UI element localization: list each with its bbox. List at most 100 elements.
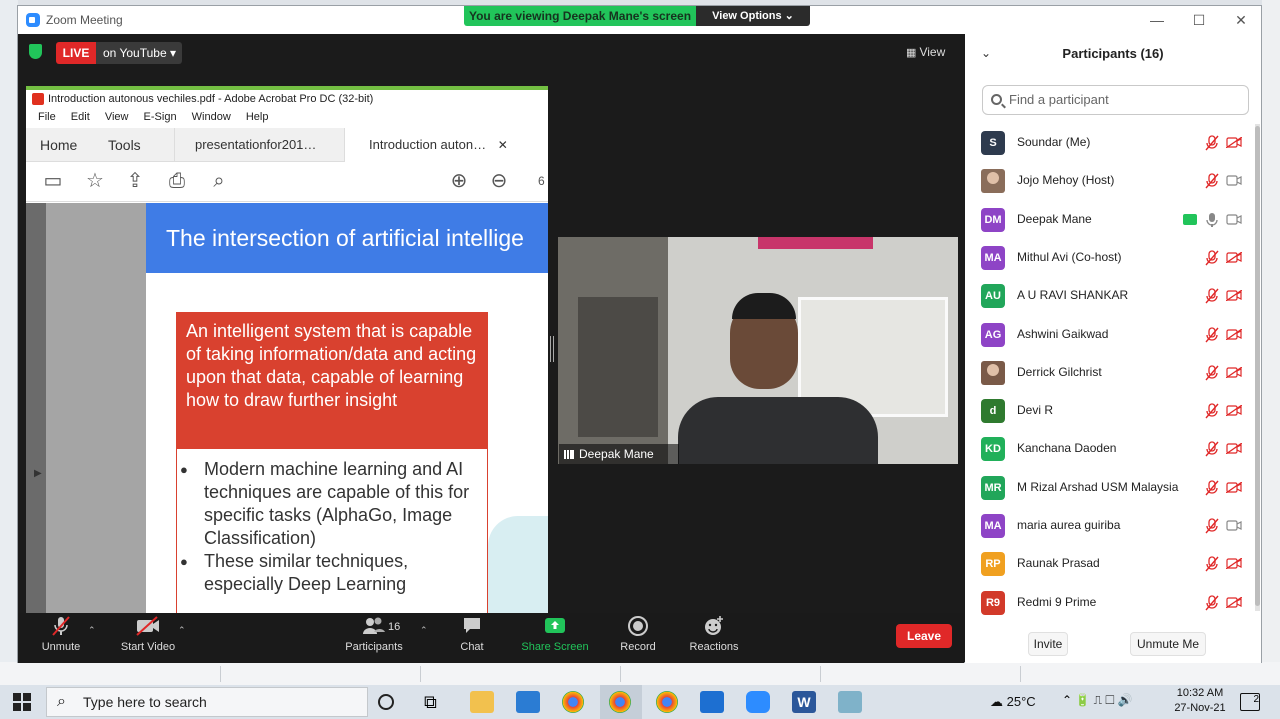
page-up-icon[interactable]: ⊕: [448, 170, 470, 192]
find-participant-input[interactable]: Find a participant: [982, 85, 1249, 115]
mic-muted-icon: [1205, 365, 1219, 381]
close-window-button[interactable]: ✕: [1226, 10, 1256, 30]
chrome-icon[interactable]: [562, 691, 584, 713]
chrome-profile-m-icon[interactable]: [656, 691, 678, 713]
mail-icon[interactable]: [516, 691, 540, 713]
file-explorer-icon[interactable]: [470, 691, 494, 713]
view-button[interactable]: ▦ View: [906, 45, 945, 59]
share-screen-icon: [542, 615, 568, 637]
participant-avatar: R9: [981, 590, 1005, 615]
splitter-handle[interactable]: [550, 336, 554, 362]
save-icon[interactable]: ▭: [42, 170, 64, 192]
grid-icon: ▦: [906, 47, 920, 59]
mic-muted-icon: [1205, 518, 1219, 534]
invite-button[interactable]: Invite: [1028, 632, 1068, 656]
participant-avatar: KD: [981, 437, 1005, 462]
slide-bullet: These similar techniques, especially Dee…: [180, 550, 474, 596]
participant-video-tile[interactable]: [558, 237, 958, 464]
participant-row[interactable]: MR M Rizal Arshad USM Malaysia: [965, 469, 1253, 507]
meeting-control-bar: Unmute ⌃ Start Video ⌃ Participants 16 ⌃…: [18, 613, 964, 663]
zoom-search-icon[interactable]: ⌕: [208, 170, 230, 192]
clock-date: 27-Nov-21: [1174, 702, 1226, 714]
page-number[interactable]: 6: [538, 174, 545, 188]
tab-home[interactable]: Home: [40, 128, 77, 162]
participant-row[interactable]: AU A U RAVI SHANKAR: [965, 277, 1253, 315]
zoom-app-icon[interactable]: [746, 691, 770, 713]
scrollbar-thumb[interactable]: [1255, 126, 1260, 606]
menu-edit[interactable]: Edit: [71, 108, 90, 126]
reactions-button[interactable]: Reactions: [684, 615, 744, 653]
document-viewport: ▶ The intersection of artificial intelli…: [26, 203, 548, 616]
word-icon[interactable]: W: [792, 691, 816, 713]
windows-start-icon[interactable]: [13, 693, 31, 711]
menu-help[interactable]: Help: [246, 108, 269, 126]
menu-file[interactable]: File: [38, 108, 56, 126]
participant-avatar: MA: [981, 245, 1005, 270]
cortana-icon[interactable]: [378, 694, 394, 710]
system-tray-icons[interactable]: ⌃ 🔋 ⎍ ☐ 🔊: [1062, 693, 1133, 708]
menu-esign[interactable]: E-Sign: [144, 108, 177, 126]
menu-view[interactable]: View: [105, 108, 129, 126]
leave-meeting-button[interactable]: Leave: [896, 624, 952, 648]
share-screen-button[interactable]: Share Screen: [520, 615, 590, 653]
tab-presentation[interactable]: presentationfor201…: [174, 128, 344, 162]
print-icon[interactable]: ⎙: [166, 170, 188, 192]
participant-row[interactable]: Derrick Gilchrist: [965, 354, 1253, 392]
participant-row[interactable]: MA Mithul Avi (Co-host): [965, 239, 1253, 277]
slide-definition-box: An intelligent system that is capable of…: [176, 312, 488, 449]
participant-avatar: RP: [981, 552, 1005, 577]
participant-row[interactable]: S Soundar (Me): [965, 124, 1253, 162]
search-icon: ⌕: [57, 693, 66, 710]
media-player-icon[interactable]: [700, 691, 724, 713]
record-icon: [625, 615, 651, 637]
participant-row[interactable]: d Devi R: [965, 392, 1253, 430]
record-button[interactable]: Record: [618, 615, 658, 653]
security-shield-icon[interactable]: [29, 44, 42, 59]
chat-button[interactable]: Chat: [454, 615, 490, 653]
participant-row[interactable]: R9 Redmi 9 Prime: [965, 584, 1253, 622]
window-title: Zoom Meeting: [46, 13, 123, 27]
participants-options-caret[interactable]: ⌃: [420, 625, 428, 636]
weather-temperature: 25°C: [1006, 694, 1036, 709]
viewing-screen-banner: You are viewing Deepak Mane's screen: [464, 6, 696, 26]
taskbar-search-placeholder: Type here to search: [83, 694, 207, 710]
system-clock[interactable]: 10:32 AM 27-Nov-21: [1172, 686, 1228, 716]
participants-panel-title: Participants (16): [1062, 46, 1164, 61]
unmute-button[interactable]: Unmute: [38, 615, 84, 653]
star-icon[interactable]: ☆: [84, 170, 106, 192]
signal-bars-icon: [564, 450, 574, 459]
participant-row[interactable]: MA maria aurea guiriba: [965, 507, 1253, 545]
video-name-label: Deepak Mane: [559, 444, 679, 464]
participant-row[interactable]: DM Deepak Mane: [965, 201, 1253, 239]
participant-row[interactable]: RP Raunak Prasad: [965, 545, 1253, 583]
page-down-icon[interactable]: ⊖: [488, 170, 510, 192]
minimize-button[interactable]: —: [1142, 10, 1172, 30]
expand-panel-icon[interactable]: ▶: [34, 468, 42, 479]
tab-tools[interactable]: Tools: [108, 128, 141, 162]
participant-row[interactable]: Jojo Mehoy (Host): [965, 162, 1253, 200]
start-video-button[interactable]: Start Video: [116, 615, 180, 653]
task-view-icon[interactable]: ⧉: [424, 691, 448, 713]
upload-icon[interactable]: ⇪: [124, 170, 146, 192]
menu-window[interactable]: Window: [192, 108, 231, 126]
video-options-caret[interactable]: ⌃: [178, 625, 186, 636]
participant-row[interactable]: AG Ashwini Gaikwad: [965, 316, 1253, 354]
view-options-button[interactable]: View Options ⌄: [696, 6, 810, 26]
tab-close-icon[interactable]: ✕: [498, 138, 508, 152]
tab-introduction[interactable]: Introduction auton… ✕: [344, 128, 548, 162]
unmute-me-button[interactable]: Unmute Me: [1130, 632, 1206, 656]
audio-options-caret[interactable]: ⌃: [88, 625, 96, 636]
app-icon[interactable]: [838, 691, 862, 713]
maximize-button[interactable]: ☐: [1184, 10, 1214, 30]
notification-center-icon[interactable]: 2: [1240, 693, 1260, 711]
zoom-meeting-window: Zoom Meeting — ☐ ✕ You are viewing Deepa…: [17, 5, 1262, 663]
participant-row[interactable]: KD Kanchana Daoden: [965, 430, 1253, 468]
participant-list-scrollbar[interactable]: [1255, 124, 1260, 611]
participant-avatar: S: [981, 131, 1005, 155]
zoom-logo-icon: [26, 13, 40, 27]
desktop-background-right: [1262, 0, 1280, 685]
taskbar-search-box[interactable]: ⌕ Type here to search: [46, 687, 368, 717]
weather-widget[interactable]: ☁ 25°C: [990, 694, 1036, 710]
live-on-youtube-dropdown[interactable]: on YouTube ▾: [96, 42, 182, 64]
video-participant-name: Deepak Mane: [579, 447, 654, 461]
